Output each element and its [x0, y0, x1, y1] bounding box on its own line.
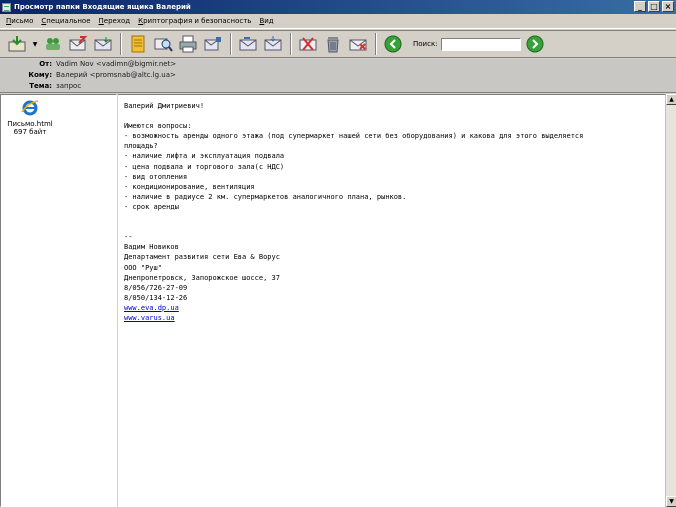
arrow-left-icon [384, 35, 402, 53]
reply-button[interactable] [92, 33, 114, 55]
write-icon [69, 36, 88, 51]
subject-label: Тема: [29, 82, 52, 90]
copy-button[interactable] [262, 33, 284, 55]
question-line: - наличие лифта и эксплуатация подвала [124, 152, 285, 161]
search-label: Поиск: [413, 40, 438, 48]
people-icon [46, 38, 60, 50]
greeting: Валерий Дмитриевич! [124, 102, 205, 110]
window-title: Просмотр папки Входящие ящика Валерий [14, 3, 191, 11]
toolbar-separator [120, 33, 122, 55]
signature-phone: 8/050/134-12-26 [124, 293, 188, 302]
move-button[interactable] [237, 33, 259, 55]
menu-letter[interactable]: Письмо [2, 17, 37, 25]
scroll-up-icon[interactable]: ▲ [666, 94, 676, 105]
message-header: От: Vadim Nov <vadimn@bigmir.net> Кому: … [0, 59, 676, 93]
from-value[interactable]: Vadim Nov <vadimn@bigmir.net> [56, 60, 176, 68]
delete-message-button[interactable] [347, 33, 369, 55]
to-label: Кому: [28, 71, 52, 79]
signature-address: Днепропетровск, Запорожское шоссе, 37 [124, 273, 280, 282]
magnifier-icon [154, 38, 173, 52]
search-go-button[interactable] [524, 33, 546, 55]
subject-row: Тема: запрос [0, 81, 81, 91]
app-icon [2, 2, 11, 12]
maximize-button[interactable]: □ [648, 1, 660, 12]
delete-button[interactable] [322, 33, 344, 55]
to-row: Кому: Валерий <promsnab@altc.lg.ua> [0, 70, 176, 80]
mail-copy-icon [264, 36, 282, 51]
subject-value: запрос [56, 82, 82, 90]
signature-phone: 8/056/726-27-09 [124, 283, 188, 292]
question-line: площадь? [124, 142, 158, 151]
message-body: Валерий Дмитриевич! Имеются вопросы: - во… [118, 94, 665, 507]
signature-company: ООО "Руш" [124, 263, 162, 272]
arrow-right-icon [526, 35, 544, 53]
trash-icon [327, 37, 339, 53]
attachment-size: 697 байт [13, 128, 47, 136]
toolbar: ▼ Поиск: [0, 30, 676, 58]
toolbar-separator [230, 33, 232, 55]
menu-special[interactable]: Специальное [37, 17, 94, 25]
print-button[interactable] [177, 33, 199, 55]
forward-button[interactable] [202, 33, 224, 55]
window-controls: _ □ × [634, 1, 674, 12]
minimize-button[interactable]: _ [634, 1, 646, 12]
write-button[interactable] [67, 33, 89, 55]
scroll-down-icon[interactable]: ▼ [666, 496, 676, 507]
toolbar-separator [375, 33, 377, 55]
to-value[interactable]: Валерий <promsnab@altc.lg.ua> [56, 71, 176, 79]
title-bar: Просмотр папки Входящие ящика Валерий _ … [0, 0, 676, 14]
mail-folder-icon [239, 37, 257, 51]
attachment-pane: Письмо.html 697 байт [0, 94, 117, 507]
menu-crypto[interactable]: Криптография и безопасность [134, 17, 255, 25]
notes-button[interactable] [127, 33, 149, 55]
link-eva[interactable]: www.eva.dp.ua [124, 304, 179, 312]
question-line: - вид отопления [124, 172, 188, 181]
menu-bar: Письмо Специальное Переход Криптография … [0, 14, 676, 29]
envelope-icon [94, 37, 112, 51]
delete-mail-icon [349, 39, 367, 51]
search-input[interactable] [440, 37, 521, 51]
internet-explorer-icon [21, 100, 39, 116]
menu-go[interactable]: Переход [95, 17, 135, 25]
vertical-scrollbar[interactable]: ▲ ▼ [665, 94, 676, 507]
printer-icon [179, 35, 197, 53]
menu-view[interactable]: Вид [255, 17, 277, 25]
question-line: - возможность аренды одного этажа (под с… [124, 132, 584, 141]
get-mail-dropdown-icon[interactable]: ▼ [31, 33, 39, 55]
envelope-forward-icon [204, 37, 221, 51]
toolbar-separator [290, 33, 292, 55]
question-line: - наличие в радиусе 2 км. супермаркетов … [124, 192, 407, 201]
from-row: От: Vadim Nov <vadimn@bigmir.net> [0, 59, 176, 69]
question-line: - кондиционирование, вентиляция [124, 182, 255, 191]
back-button[interactable] [382, 33, 404, 55]
get-mail-icon [8, 36, 26, 52]
attachment-name: Письмо.html [7, 120, 53, 128]
get-mail-button[interactable] [6, 33, 28, 55]
attachment-item[interactable]: Письмо.html 697 байт [5, 99, 55, 136]
junk-mail-icon [299, 37, 317, 51]
link-varus[interactable]: www.varus.ua [124, 314, 175, 322]
question-line: - срок аренды [124, 202, 179, 211]
signature-department: Департамент развития сети Ева & Ворус [124, 253, 280, 262]
questions-intro: Имеются вопросы: [124, 122, 192, 131]
close-button[interactable]: × [662, 1, 674, 12]
signature-separator: -- [124, 233, 133, 242]
find-button[interactable] [152, 33, 174, 55]
notepad-icon [131, 35, 145, 53]
signature-name: Вадим Новиков [124, 243, 179, 252]
address-book-button[interactable] [42, 33, 64, 55]
junk-button[interactable] [297, 33, 319, 55]
question-line: - цена подвала и торгового зала(с НДС) [124, 162, 285, 171]
from-label: От: [39, 60, 52, 68]
